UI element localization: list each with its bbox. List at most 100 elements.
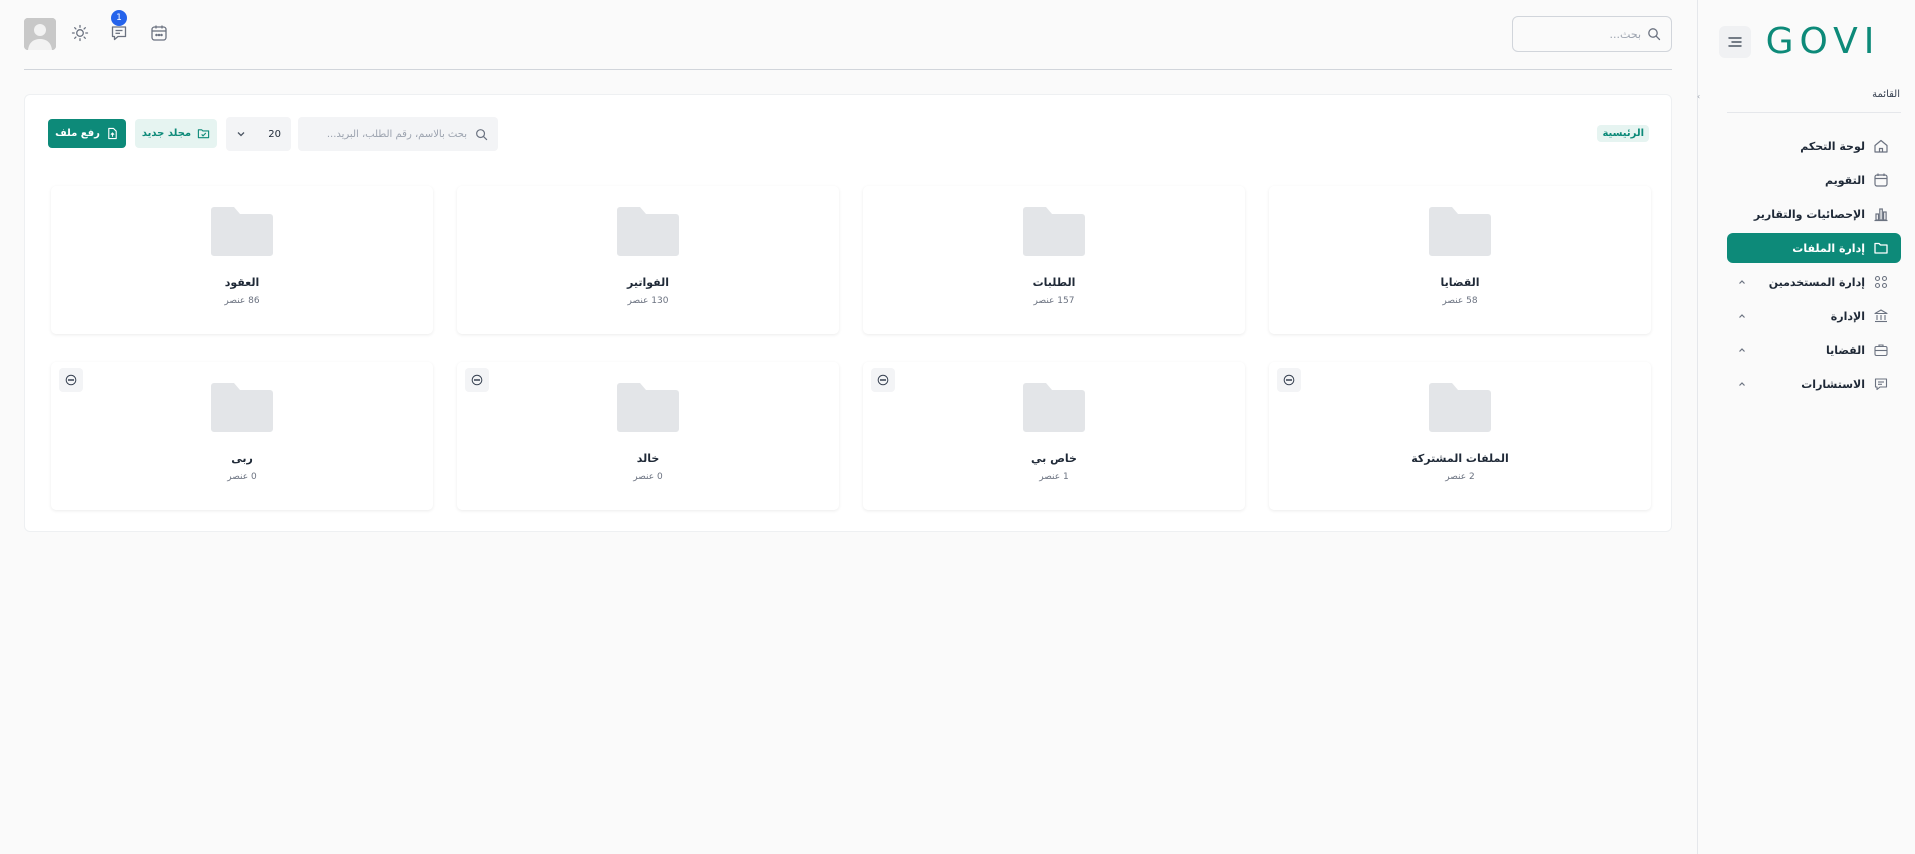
folder-name: خاص بي (1031, 452, 1077, 465)
folder-options-button[interactable] (59, 368, 83, 392)
breadcrumb-home[interactable]: الرئيسية (1597, 125, 1649, 142)
folder-card[interactable]: خالد 0 عنصر (457, 362, 839, 510)
folder-card[interactable]: العقود 86 عنصر (51, 186, 433, 334)
sidebar: GOVI ‹ القائمة لوحة التحكم التقويم الإحص… (1697, 0, 1915, 854)
sidebar-item-administration[interactable]: الإدارة (1727, 301, 1901, 331)
folder-card[interactable]: الفواتير 130 عنصر (457, 186, 839, 334)
file-search-input[interactable] (308, 128, 467, 140)
sidebar-item-statistics[interactable]: الإحصائيات والتقارير (1727, 199, 1901, 229)
menu-divider (1727, 112, 1901, 113)
folder-icon (1023, 207, 1085, 256)
search-icon (476, 128, 488, 140)
sidebar-item-dashboard[interactable]: لوحة التحكم (1727, 131, 1901, 161)
notification-badge: 1 (111, 10, 127, 26)
menu-lines-icon (1728, 37, 1742, 47)
sidebar-item-calendar[interactable]: التقويم (1727, 165, 1901, 195)
folder-item-count: 86 عنصر (224, 296, 260, 306)
folder-name: الطلبات (1032, 276, 1076, 289)
folder-icon (1429, 207, 1491, 256)
folder-options-button[interactable] (465, 368, 489, 392)
folder-name: الملفات المشتركة (1411, 452, 1509, 465)
user-avatar[interactable] (24, 18, 56, 50)
sidebar-item-label: التقويم (1825, 173, 1865, 187)
sidebar-item-cases[interactable]: القضايا (1727, 335, 1901, 365)
page-size-value: 20 (268, 128, 281, 140)
upload-file-label: رفع ملف (55, 128, 100, 139)
folder-check-icon (197, 129, 210, 139)
calendar-icon (1874, 173, 1888, 187)
message-icon (1874, 378, 1888, 391)
folder-card[interactable]: خاص بي 1 عنصر (863, 362, 1245, 510)
sidebar-menu: لوحة التحكم التقويم الإحصائيات والتقارير… (1727, 131, 1901, 403)
sidebar-item-label: القضايا (1825, 343, 1865, 357)
sidebar-item-label: الإحصائيات والتقارير (1753, 207, 1865, 221)
user-icon (24, 18, 56, 50)
more-horizontal-icon (1283, 374, 1295, 386)
folder-item-count: 0 عنصر (227, 472, 257, 482)
folder-item-count: 157 عنصر (1033, 296, 1075, 306)
govi-logo: GOVI (1766, 22, 1881, 58)
folder-icon (1429, 383, 1491, 432)
upload-file-button[interactable]: رفع ملف (48, 119, 126, 148)
global-search-input[interactable] (1523, 27, 1641, 41)
sidebar-item-consultations[interactable]: الاستشارات (1727, 369, 1901, 399)
folder-name: القضايا (1440, 276, 1480, 289)
bar-chart-icon (1874, 208, 1888, 222)
folder-card[interactable]: القضايا 58 عنصر (1269, 186, 1651, 334)
chevron-up-icon (1739, 280, 1745, 284)
users-icon (1874, 275, 1888, 289)
page-size-select[interactable]: 20 (226, 117, 291, 151)
folder-item-count: 58 عنصر (1442, 296, 1478, 306)
folder-card[interactable]: الطلبات 157 عنصر (863, 186, 1245, 334)
sidebar-item-label: لوحة التحكم (1800, 139, 1865, 153)
folder-item-count: 130 عنصر (627, 296, 669, 306)
briefcase-icon (1874, 344, 1888, 357)
global-search-field[interactable] (1512, 16, 1672, 52)
chevron-down-icon (237, 132, 245, 137)
menu-heading: القائمة (1872, 89, 1900, 100)
sidebar-item-label: إدارة الملفات (1792, 241, 1865, 255)
header-divider (24, 69, 1672, 70)
folder-icon (1023, 383, 1085, 432)
sidebar-item-file-management[interactable]: إدارة الملفات (1727, 233, 1901, 263)
more-horizontal-icon (877, 374, 889, 386)
file-search-field[interactable] (298, 117, 498, 151)
sidebar-item-label: إدارة المستخدمين (1768, 275, 1865, 289)
calendar-icon[interactable] (149, 23, 169, 43)
file-manager-panel: الرئيسية 20 مجلد جديد رفع ملف القضايا 58… (24, 94, 1672, 532)
chevron-up-icon (1739, 314, 1745, 318)
folder-icon (1874, 242, 1888, 254)
file-upload-icon (108, 127, 117, 140)
folder-options-button[interactable] (871, 368, 895, 392)
folder-item-count: 1 عنصر (1039, 472, 1069, 482)
sidebar-resize-handle[interactable]: ‹ (1697, 93, 1701, 101)
sun-icon[interactable] (70, 23, 90, 43)
folder-name: العقود (224, 276, 260, 289)
message-icon[interactable] (109, 23, 129, 43)
folder-name: خالد (636, 452, 660, 465)
folder-icon (617, 383, 679, 432)
folder-item-count: 0 عنصر (633, 472, 663, 482)
folder-grid: القضايا 58 عنصر الطلبات 157 عنصر الفواتي… (48, 186, 1651, 510)
sidebar-item-label: الاستشارات (1801, 377, 1865, 391)
folder-icon (617, 207, 679, 256)
sidebar-item-user-management[interactable]: إدارة المستخدمين (1727, 267, 1901, 297)
sidebar-toggle-button[interactable] (1719, 26, 1751, 58)
bank-icon (1874, 309, 1888, 323)
folder-card[interactable]: الملفات المشتركة 2 عنصر (1269, 362, 1651, 510)
more-horizontal-icon (65, 374, 77, 386)
chevron-up-icon (1739, 348, 1745, 352)
more-horizontal-icon (471, 374, 483, 386)
new-folder-label: مجلد جديد (141, 128, 192, 139)
new-folder-button[interactable]: مجلد جديد (135, 119, 217, 148)
home-icon (1874, 139, 1888, 153)
chevron-up-icon (1739, 382, 1745, 386)
folder-icon (211, 383, 273, 432)
folder-options-button[interactable] (1277, 368, 1301, 392)
folder-card[interactable]: ربى 0 عنصر (51, 362, 433, 510)
svg-text:GOVI: GOVI (1766, 22, 1881, 58)
sidebar-item-label: الإدارة (1830, 309, 1865, 323)
search-icon (1648, 28, 1661, 41)
folder-name: الفواتير (627, 276, 669, 289)
folder-icon (211, 207, 273, 256)
